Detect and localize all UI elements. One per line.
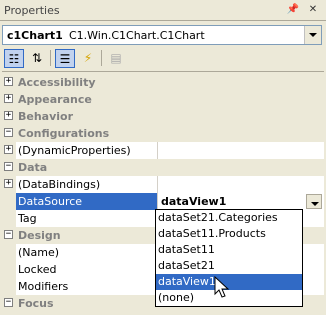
category-accessibility[interactable]: + Accessibility — [2, 74, 324, 91]
properties-toolbar: ☷ ⇅ ☰ ⚡ ▤ — [0, 47, 326, 69]
object-selector-dropdown-button[interactable] — [304, 26, 321, 44]
sort-alphabetical-icon: ⇅ — [31, 51, 43, 65]
object-selector[interactable]: c1Chart1 C1.Win.C1Chart.C1Chart — [2, 25, 322, 45]
category-label: Accessibility — [18, 76, 96, 89]
property-value[interactable] — [157, 142, 324, 159]
expand-icon[interactable]: + — [4, 77, 13, 86]
collapse-icon[interactable]: − — [4, 230, 13, 239]
properties-icon: ☰ — [59, 52, 71, 66]
dropdown-item[interactable]: dataSet11 — [156, 242, 302, 258]
property-value-editor[interactable]: dataView1 — [157, 193, 324, 210]
properties-button[interactable]: ☰ — [55, 49, 75, 68]
row-margin — [2, 261, 16, 278]
property-value-text: dataView1 — [161, 195, 227, 208]
lightning-icon: ⚡ — [83, 51, 93, 65]
category-configurations[interactable]: − Configurations — [2, 125, 324, 142]
property-label: (DataBindings) — [18, 178, 101, 191]
property-row-data-source[interactable]: DataSource dataView1 — [2, 193, 324, 210]
toolbar-separator — [50, 50, 51, 66]
category-label: Behavior — [18, 110, 74, 123]
chevron-down-icon — [311, 202, 319, 206]
category-data[interactable]: − Data — [2, 159, 324, 176]
dropdown-item[interactable]: dataSet21 — [156, 258, 302, 274]
dropdown-item[interactable]: dataSet21.Categories — [156, 210, 302, 226]
mouse-cursor-icon — [214, 276, 230, 298]
alphabetical-button[interactable]: ⇅ — [27, 49, 47, 68]
collapse-icon[interactable]: − — [4, 128, 13, 137]
dropdown-item[interactable]: dataSet11.Products — [156, 226, 302, 242]
events-button[interactable]: ⚡ — [78, 49, 98, 68]
category-appearance[interactable]: + Appearance — [2, 91, 324, 108]
value-dropdown-button[interactable] — [306, 194, 322, 209]
category-label: Design — [18, 229, 61, 242]
row-margin — [2, 244, 16, 261]
toolbar-separator — [101, 50, 102, 66]
row-margin — [2, 278, 16, 295]
row-margin — [2, 210, 16, 227]
property-row-dynamic-properties[interactable]: + (DynamicProperties) — [2, 142, 324, 159]
property-pages-button[interactable]: ▤ — [106, 49, 126, 68]
property-label: Modifiers — [18, 280, 69, 293]
object-name: c1Chart1 — [7, 29, 63, 42]
property-label: (DynamicProperties) — [18, 144, 131, 157]
categorized-button[interactable]: ☷ — [4, 49, 24, 68]
row-margin — [2, 193, 16, 210]
chevron-down-icon — [309, 33, 317, 37]
expand-icon[interactable]: + — [4, 94, 13, 103]
object-type: C1.Win.C1Chart.C1Chart — [69, 29, 205, 42]
property-label: Locked — [18, 263, 57, 276]
expand-icon[interactable]: + — [4, 111, 13, 120]
property-row-data-bindings[interactable]: + (DataBindings) — [2, 176, 324, 193]
expand-icon[interactable]: + — [4, 145, 13, 154]
window-title: Properties — [4, 4, 60, 17]
category-label: Data — [18, 161, 48, 174]
categorized-icon: ☷ — [8, 52, 20, 66]
close-icon[interactable]: ✕ — [306, 3, 320, 17]
category-behavior[interactable]: + Behavior — [2, 108, 324, 125]
category-label: Focus — [18, 297, 54, 310]
property-pages-icon: ▤ — [110, 51, 122, 65]
property-label: (Name) — [18, 246, 60, 259]
category-label: Appearance — [18, 93, 92, 106]
property-label: DataSource — [18, 195, 83, 208]
collapse-icon[interactable]: − — [4, 162, 13, 171]
category-label: Configurations — [18, 127, 110, 140]
collapse-icon[interactable]: − — [4, 298, 13, 307]
property-value[interactable] — [157, 176, 324, 193]
expand-icon[interactable]: + — [4, 179, 13, 188]
pin-icon[interactable]: 📌 — [286, 3, 300, 17]
property-label: Tag — [18, 212, 37, 225]
properties-titlebar: Properties 📌 ✕ — [0, 0, 326, 21]
